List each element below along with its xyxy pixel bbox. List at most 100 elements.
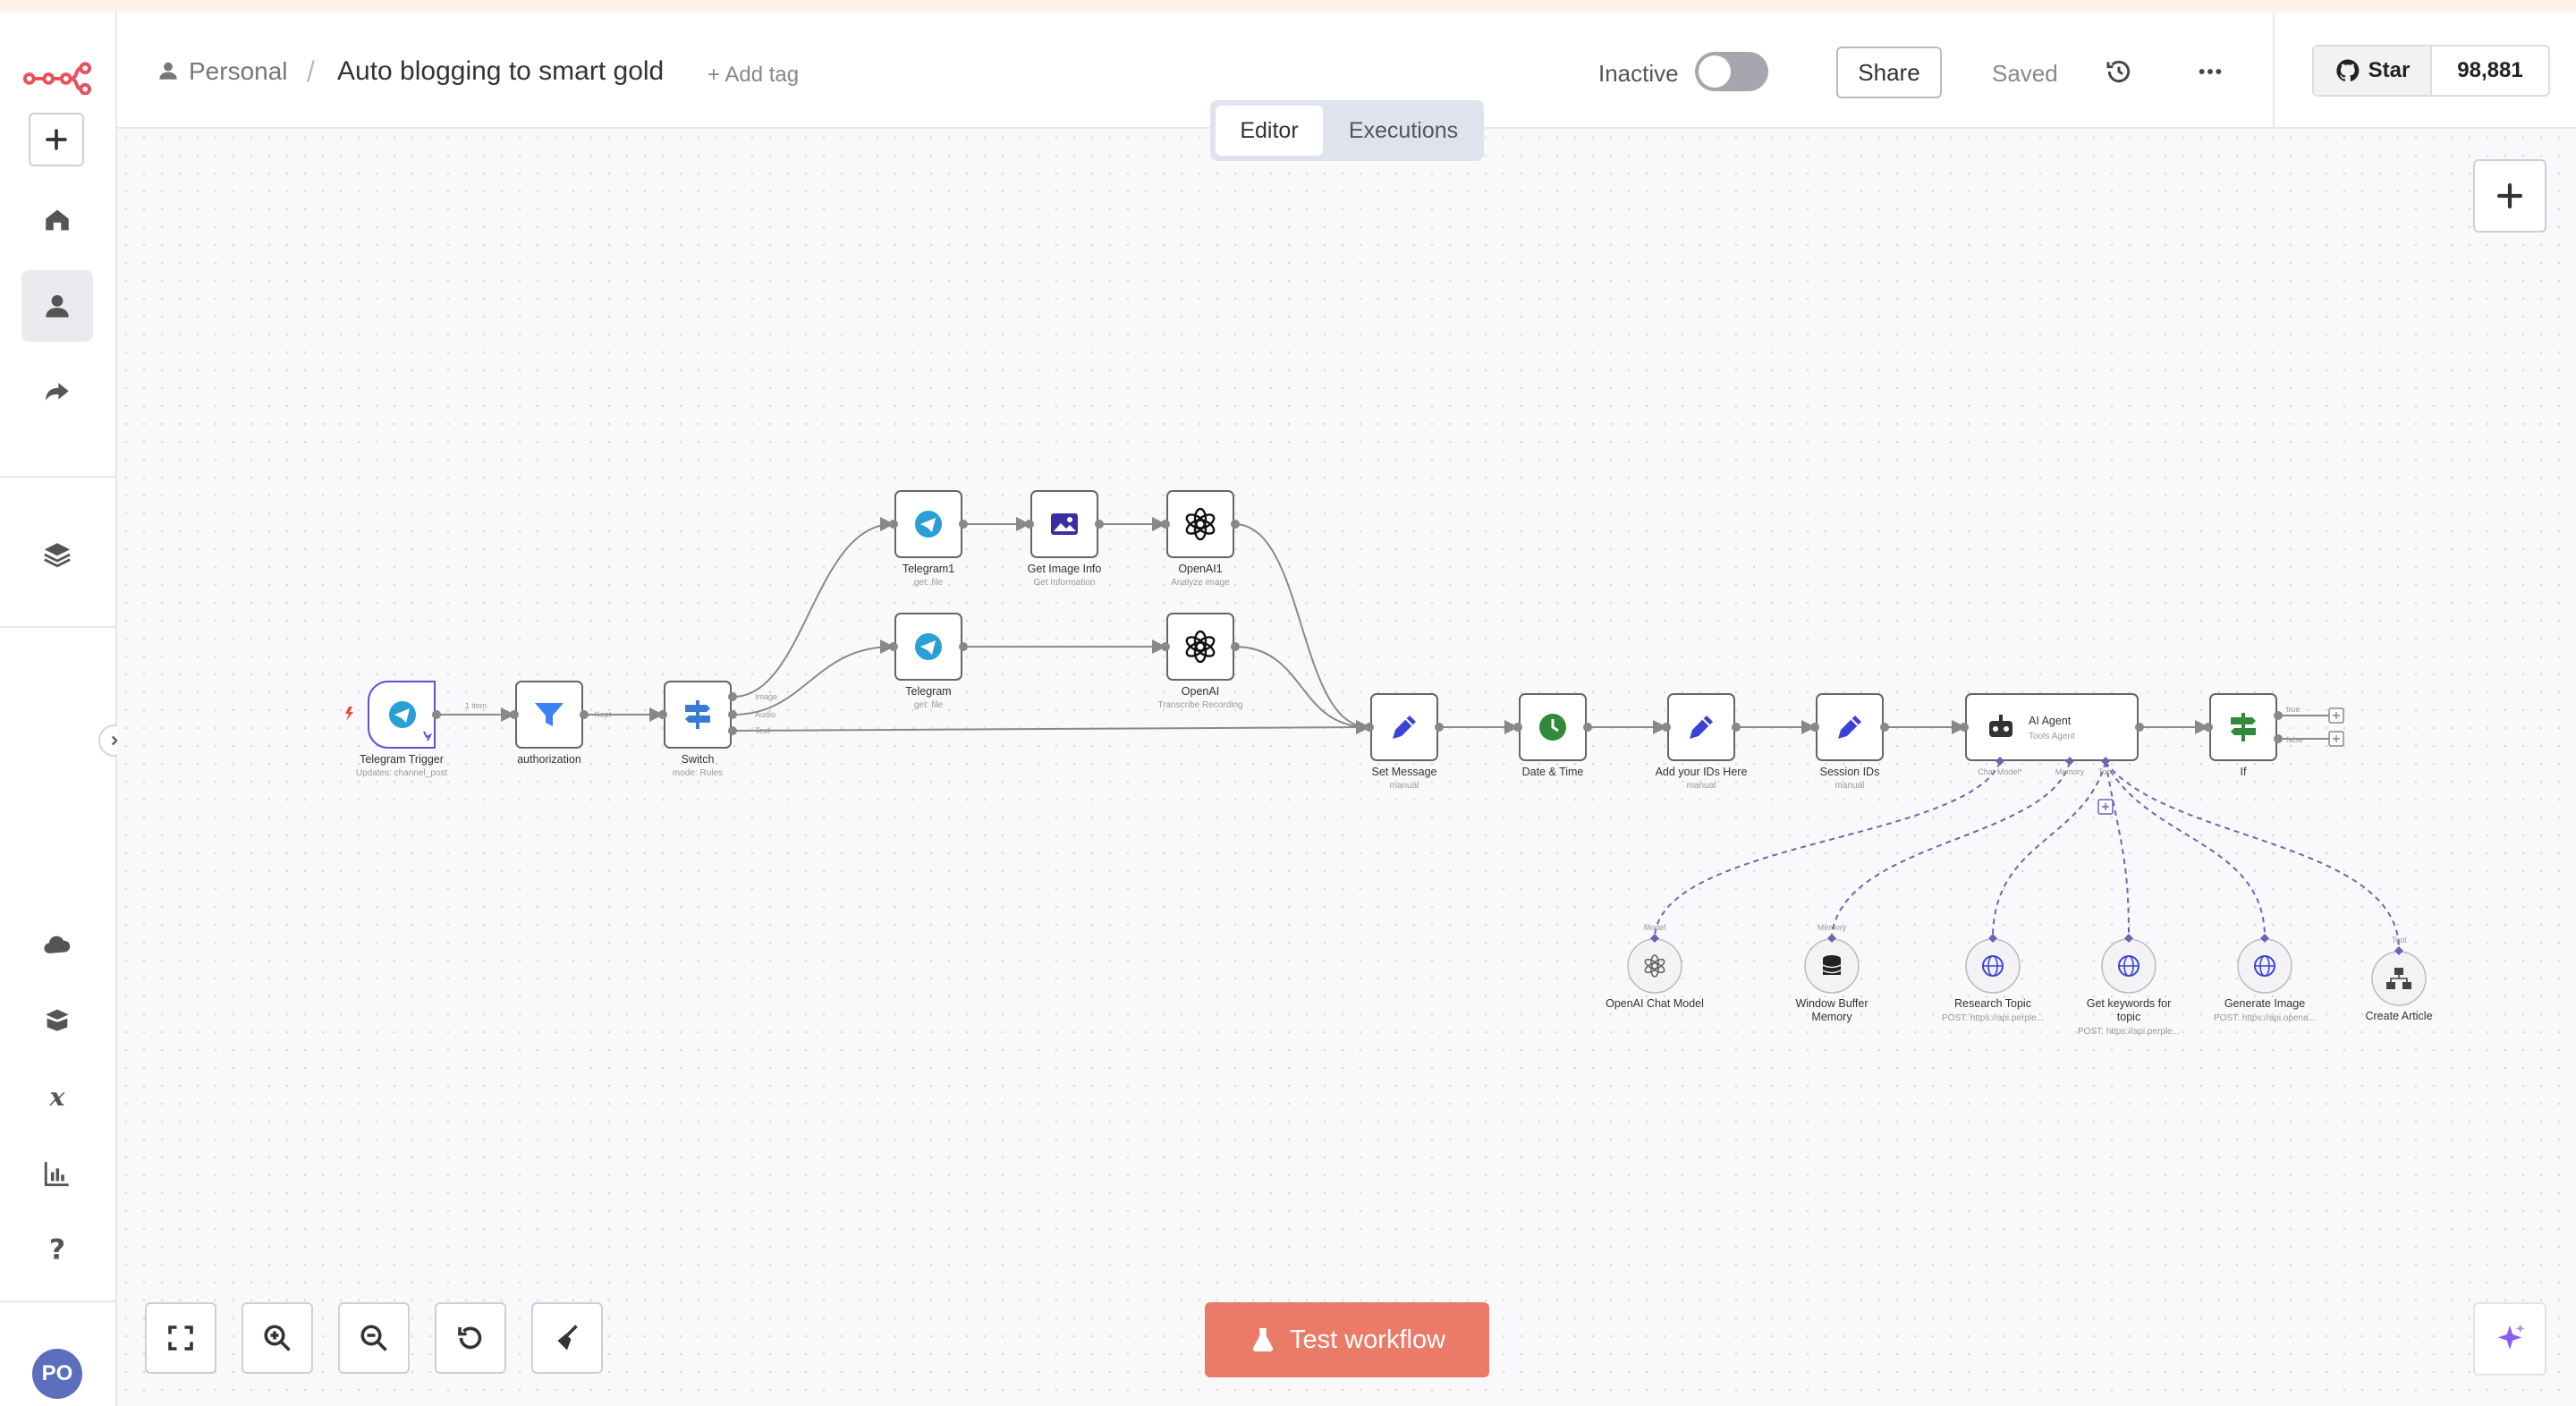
node-label-line2: topic [2117, 1011, 2140, 1023]
more-options-icon[interactable] [2196, 57, 2224, 86]
layers-icon[interactable] [21, 519, 93, 590]
edge [1992, 761, 2106, 936]
node-generate-image[interactable]: Generate Image POST: https://api.opena... [2214, 934, 2316, 1023]
node-label: Set Message [1372, 766, 1437, 778]
reset-zoom-button[interactable] [435, 1302, 506, 1374]
templates-icon[interactable] [21, 984, 93, 1055]
node-window-buffer-memory[interactable]: MemoryWindow BufferMemory [1795, 923, 1868, 1023]
github-star-button[interactable]: Star [2314, 47, 2432, 95]
telegram-icon [915, 633, 942, 660]
edge-label-text: Text [755, 726, 770, 735]
node-label: Telegram Trigger [360, 753, 444, 766]
node-add-ids[interactable]: Add your IDs Here manual [1656, 693, 1748, 791]
user-icon[interactable] [21, 270, 93, 342]
node-subtitle: Updates: channel_post [356, 768, 448, 778]
node-ai-agent[interactable]: AI Agent Tools Agent Chat Model* Memory … [1960, 693, 2144, 815]
top-banner-stripe [0, 0, 2576, 13]
node-set-message[interactable]: Set Message manual [1365, 693, 1444, 791]
edge [1831, 761, 2071, 936]
edge-label-kept: Kept [595, 710, 612, 719]
tab-editor[interactable]: Editor [1216, 106, 1323, 156]
share-icon[interactable] [21, 356, 93, 428]
tidy-up-button[interactable] [531, 1302, 603, 1374]
fit-view-button[interactable] [145, 1302, 216, 1374]
undo-icon [458, 1326, 482, 1350]
workflow-canvas[interactable]: 1 item Kept Image Audio Text Telegram Tr… [117, 100, 2576, 1406]
node-label: If [2241, 766, 2247, 778]
port-label: Model [1644, 923, 1666, 932]
svg-text:?: ? [49, 1233, 65, 1264]
github-star-widget[interactable]: Star 98,881 [2312, 45, 2550, 97]
node-openai1[interactable]: OpenAI1 Analyze image [1161, 490, 1240, 588]
n8n-logo-icon[interactable] [21, 41, 93, 113]
node-subtitle: manual [1390, 781, 1419, 791]
node-if-node[interactable]: If [2204, 693, 2283, 778]
node-switch[interactable]: Switch mode: Rules [658, 681, 737, 778]
sidebar-divider [0, 476, 115, 478]
node-label: Window Buffer [1795, 997, 1868, 1010]
share-button[interactable]: Share [1836, 47, 1942, 98]
node-label: Switch [682, 753, 715, 766]
history-icon[interactable] [2105, 57, 2133, 86]
add-node-button[interactable] [2473, 159, 2546, 233]
tab-executions[interactable]: Executions [1328, 106, 1479, 156]
telegram-icon [915, 511, 942, 538]
broom-icon [557, 1325, 578, 1351]
workflow-name[interactable]: Auto blogging to smart gold [337, 55, 664, 88]
node-subtitle: POST: https://api.perple... [2078, 1027, 2180, 1037]
github-star-count: 98,881 [2457, 58, 2523, 82]
node-label: OpenAI1 [1178, 563, 1222, 575]
active-toggle[interactable] [1695, 52, 1768, 91]
svg-text:x: x [49, 1081, 66, 1112]
help-icon[interactable]: ? [21, 1213, 93, 1284]
node-label: Get keywords for [2087, 997, 2171, 1010]
tab-executions-label: Executions [1348, 117, 1459, 143]
node-create-article[interactable]: Tool Create Article [2365, 936, 2432, 1022]
if-outputs: true false [2286, 705, 2344, 747]
port-label-true: true [2286, 705, 2301, 714]
node-telegram-trigger[interactable]: Telegram Trigger Updates: channel_post [345, 681, 448, 778]
node-telegram1[interactable]: Telegram1 get: file [889, 490, 968, 588]
node-date-time[interactable]: Date & Time [1513, 693, 1592, 778]
test-workflow-button[interactable]: Test workflow [1205, 1302, 1489, 1377]
node-subtitle: mode: Rules [673, 768, 723, 778]
edge [733, 720, 1370, 735]
ai-assistant-button[interactable] [2473, 1302, 2546, 1376]
node-session-ids[interactable]: Session IDs manual [1810, 693, 1889, 791]
edge [733, 517, 894, 698]
breadcrumb-project[interactable]: Personal [189, 55, 288, 88]
node-subtitle: get: file [914, 578, 944, 588]
edge [2105, 761, 2400, 949]
add-tag-button[interactable]: + Add tag [708, 59, 799, 91]
subnode-edges [1654, 761, 2400, 949]
node-telegram[interactable]: Telegram get: file [889, 613, 968, 710]
variables-icon[interactable]: x [21, 1061, 93, 1132]
node-openai-chat-model[interactable]: Model OpenAI Chat Model [1606, 923, 1704, 1010]
port-label-chat-model: Chat Model* [1978, 767, 2022, 776]
node-subtitle: Analyze image [1171, 578, 1230, 588]
avatar[interactable]: PO [32, 1349, 82, 1399]
tab-editor-label: Editor [1240, 117, 1299, 143]
cloud-icon[interactable] [21, 909, 93, 980]
node-label: Session IDs [1820, 766, 1880, 778]
flask-icon [1252, 1328, 1274, 1351]
toggle-knob [1699, 55, 1731, 88]
node-get-image-info[interactable]: Get Image Info Get Information [1025, 490, 1104, 588]
github-icon [2336, 59, 2360, 81]
zoom-in-icon [264, 1325, 291, 1351]
node-openai[interactable]: OpenAI Transcribe Recording [1157, 613, 1243, 710]
port-label-memory: Memory [2055, 767, 2085, 776]
main-sidebar: x ? PO [0, 13, 131, 1406]
home-icon[interactable] [21, 184, 93, 256]
node-research-topic[interactable]: Research Topic POST: https://api.perple..… [1942, 934, 2044, 1023]
node-authorization[interactable]: authorization [510, 681, 589, 766]
zoom-in-button[interactable] [242, 1302, 313, 1374]
port-label-tool: Tool [2098, 767, 2114, 776]
insights-icon[interactable] [21, 1138, 93, 1209]
node-get-keywords[interactable]: Get keywords fortopic POST: https://api.p… [2078, 934, 2180, 1037]
add-plus-icon[interactable] [29, 113, 84, 166]
zoom-out-button[interactable] [338, 1302, 410, 1374]
sidebar-divider [0, 626, 115, 628]
node-subtitle: Tools Agent [2029, 732, 2075, 741]
port-label: Memory [1818, 923, 1847, 932]
